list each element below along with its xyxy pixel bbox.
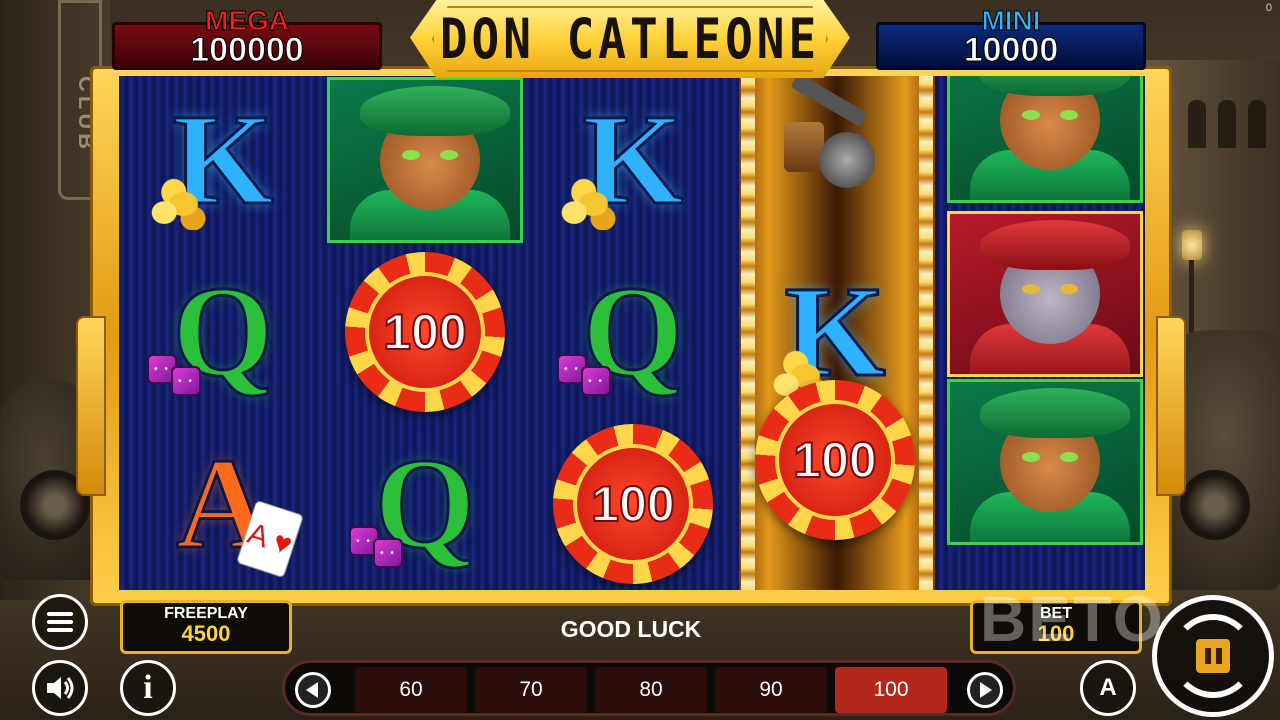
chip-value: 100 — [382, 303, 467, 361]
chip-value: 100 — [590, 475, 675, 533]
poker-chip-icon: 100 — [755, 380, 915, 540]
symbol-chip: 100 — [533, 420, 733, 588]
sound-button[interactable] — [32, 660, 88, 716]
mega-jackpot: MEGA 100000 — [112, 5, 382, 70]
symbol-q: Q — [533, 248, 733, 416]
watermark: BETO — [980, 583, 1165, 655]
info-icon: i — [143, 669, 153, 706]
cat-boss-red-icon — [947, 211, 1143, 377]
mini-jackpot: MINI 10000 — [876, 5, 1146, 70]
autoplay-icon: A — [1099, 674, 1117, 701]
symbol-k: K — [533, 76, 733, 244]
bet-option-selected[interactable]: 100 — [835, 667, 947, 713]
street-lamp — [1182, 230, 1202, 260]
spin-button[interactable] — [1152, 595, 1274, 717]
symbol-chip: 100 — [325, 248, 525, 416]
info-button[interactable]: i — [120, 660, 176, 716]
chip-value: 100 — [792, 431, 877, 489]
background-window — [1248, 100, 1266, 148]
frame-side-right — [1156, 316, 1186, 496]
symbol-a: A A ♥ — [123, 420, 323, 588]
background-window — [1188, 100, 1206, 148]
status-message: GOOD LUCK — [560, 616, 702, 642]
symbol-cat-green — [945, 378, 1145, 546]
symbol-chip: 100 — [735, 376, 935, 544]
bet-option[interactable]: 70 — [475, 667, 587, 713]
bet-decrease-button[interactable] — [295, 672, 331, 708]
corner-counter: 0 — [1265, 2, 1272, 14]
bet-option[interactable]: 90 — [715, 667, 827, 713]
mini-value: 10000 — [963, 31, 1059, 70]
dice-icon — [349, 526, 413, 570]
arrow-left-icon — [306, 682, 318, 698]
cat-mobster-green-icon — [947, 379, 1143, 545]
coins-icon — [555, 172, 619, 230]
poker-chip-icon: 100 — [345, 252, 505, 412]
game-title: DON CATLEONE — [439, 6, 821, 72]
autoplay-button[interactable]: A — [1080, 660, 1136, 716]
dice-icon — [147, 354, 211, 398]
symbol-q: Q — [123, 248, 323, 416]
symbol-cat-green — [325, 76, 525, 244]
bet-selector: 60 70 80 90 100 — [282, 660, 1016, 716]
menu-button[interactable] — [32, 594, 88, 650]
symbol-cat-green — [945, 76, 1145, 204]
freeplay-box: FREEPLAY 4500 — [120, 600, 292, 654]
bet-option[interactable]: 80 — [595, 667, 707, 713]
symbol-cat-red — [945, 210, 1145, 378]
tommy-gun-icon — [779, 76, 899, 202]
bet-increase-button[interactable] — [967, 672, 1003, 708]
car-wheel — [1180, 470, 1250, 540]
speaker-icon — [47, 677, 74, 699]
symbol-k: K — [123, 76, 323, 244]
pause-icon — [1196, 639, 1230, 673]
game-logo: DON CATLEONE — [410, 0, 850, 78]
arrow-right-icon — [980, 682, 992, 698]
mega-value: 100000 — [190, 31, 304, 70]
background-window — [1218, 100, 1236, 148]
dice-icon — [557, 354, 621, 398]
hamburger-icon — [47, 612, 73, 632]
bet-option[interactable]: 60 — [355, 667, 467, 713]
frame-side-left — [76, 316, 106, 496]
reel-area: K Q A A ♥ 100 Q K Q 100 — [119, 76, 1145, 590]
poker-chip-icon: 100 — [553, 424, 713, 584]
cat-mobster-green-icon — [947, 76, 1143, 203]
coins-icon — [145, 172, 209, 230]
symbol-q: Q — [325, 420, 525, 588]
freeplay-value: 4500 — [181, 621, 231, 646]
cat-mobster-green-icon — [327, 77, 523, 243]
